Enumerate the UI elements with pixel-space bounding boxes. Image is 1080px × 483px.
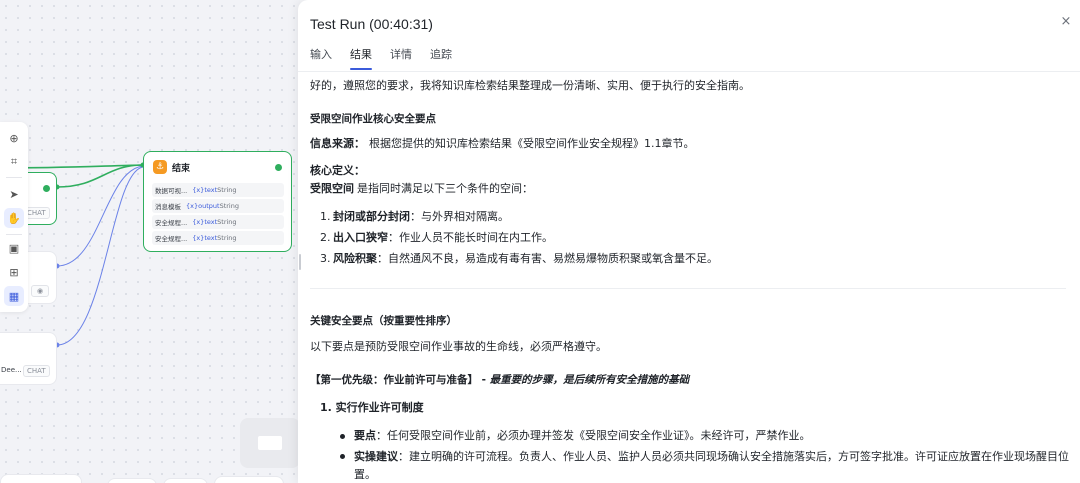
list-item: 2. 出入口狭窄：作业人员不能长时间在内工作。 — [320, 231, 553, 244]
canvas-footer-block — [107, 478, 157, 483]
end-node-title: 结束 — [172, 164, 191, 174]
end-node-icon: ⚓ — [153, 160, 167, 174]
workflow-canvas[interactable]: CHAT ◉ Dee... CHAT ⚓ 结束 数据可视... {x}text St… — [0, 0, 300, 483]
add-circle-icon[interactable]: ⊕ — [4, 128, 24, 148]
output-param-row: 数据可视... {x}text String — [152, 183, 284, 197]
output-param-row: 安全规程... {x}text String — [152, 215, 284, 229]
section-description: 以下要点是预防受限空间作业事故的生命线，必须严格遵守。 — [310, 340, 607, 353]
end-node[interactable]: ⚓ 结束 数据可视... {x}text String 消息模板 {x}output S… — [143, 151, 292, 252]
canvas-footer-block — [214, 476, 284, 483]
tab-trace[interactable]: 追踪 — [430, 46, 452, 70]
pointer-icon[interactable]: ➤ — [4, 184, 24, 204]
llm-node-bottom[interactable]: Dee... CHAT — [0, 332, 57, 385]
success-icon — [275, 164, 282, 171]
hand-icon[interactable]: ✋ — [4, 208, 24, 228]
definition-line: 受限空间 是指同时满足以下三个条件的空间： — [310, 182, 533, 195]
minimap[interactable] — [240, 418, 300, 468]
test-run-panel: Test Run (00:40:31) × 输入 结果 详情 追踪 好的，遵照您… — [298, 0, 1080, 483]
source-line: 信息来源： 根据您提供的知识库检索结果《受限空间作业安全规程》1.1章节。 — [310, 137, 695, 150]
bullet-item: 要点：任何受限空间作业前，必须办理并签发《受限空间安全作业证》。未经许可，严禁作… — [340, 428, 1070, 444]
list-item: 3. 风险积聚：自然通风不良，易造成有毒有害、易燃易爆物质积聚或氧含量不足。 — [320, 252, 718, 265]
success-icon — [43, 185, 50, 192]
tab-input[interactable]: 输入 — [310, 46, 332, 70]
numbered-heading: 1. 实行作业许可制度 — [320, 401, 424, 414]
canvas-footer-block — [163, 478, 208, 483]
output-param-row: 安全规程... {x}text String — [152, 231, 284, 245]
list-item: 1. 封闭或部分封闭：与外界相对隔离。 — [320, 210, 509, 223]
close-icon[interactable]: × — [1058, 14, 1074, 30]
edge-idle-1 — [56, 165, 144, 267]
note-icon[interactable]: ⌗ — [4, 152, 24, 172]
resize-handle[interactable] — [299, 254, 301, 270]
intro-text: 好的，遵照您的要求，我将知识库检索结果整理成一份清晰、实用、便于执行的安全指南。 — [310, 79, 750, 92]
panel-title: Test Run (00:40:31) — [310, 16, 433, 32]
tab-result[interactable]: 结果 — [350, 46, 372, 70]
panel-tabs: 输入 结果 详情 追踪 — [310, 46, 470, 70]
section-heading: 关键安全要点（按重要性排序） — [310, 315, 457, 327]
eye-icon[interactable]: ◉ — [31, 285, 49, 297]
output-param-row: 消息模板 {x}output String — [152, 199, 284, 213]
model-chip: CHAT — [23, 365, 50, 377]
definition-title: 核心定义： — [310, 164, 365, 177]
minimap-icon[interactable]: ▦ — [4, 286, 24, 306]
canvas-toolbar: ⊕ ⌗ ➤ ✋ ▣ ⊞ ▦ — [0, 122, 28, 312]
edge-active-1 — [56, 164, 144, 188]
layout-icon[interactable]: ⊞ — [4, 262, 24, 282]
bullet-item: 实操建议：建立明确的许可流程。负责人、作业人员、监护人员必须共同现场确认安全措施… — [340, 448, 1070, 483]
image-icon[interactable]: ▣ — [4, 238, 24, 258]
tab-detail[interactable]: 详情 — [390, 46, 412, 70]
section-heading: 受限空间作业核心安全要点 — [310, 113, 436, 125]
divider — [310, 288, 1066, 289]
priority-line: 【第一优先级：作业前许可与准备】 - 最重要的步骤，是后续所有安全措施的基础 — [310, 374, 690, 386]
edge-idle-2 — [56, 166, 144, 346]
model-name: Dee... — [1, 366, 22, 374]
canvas-footer-block — [0, 474, 82, 483]
